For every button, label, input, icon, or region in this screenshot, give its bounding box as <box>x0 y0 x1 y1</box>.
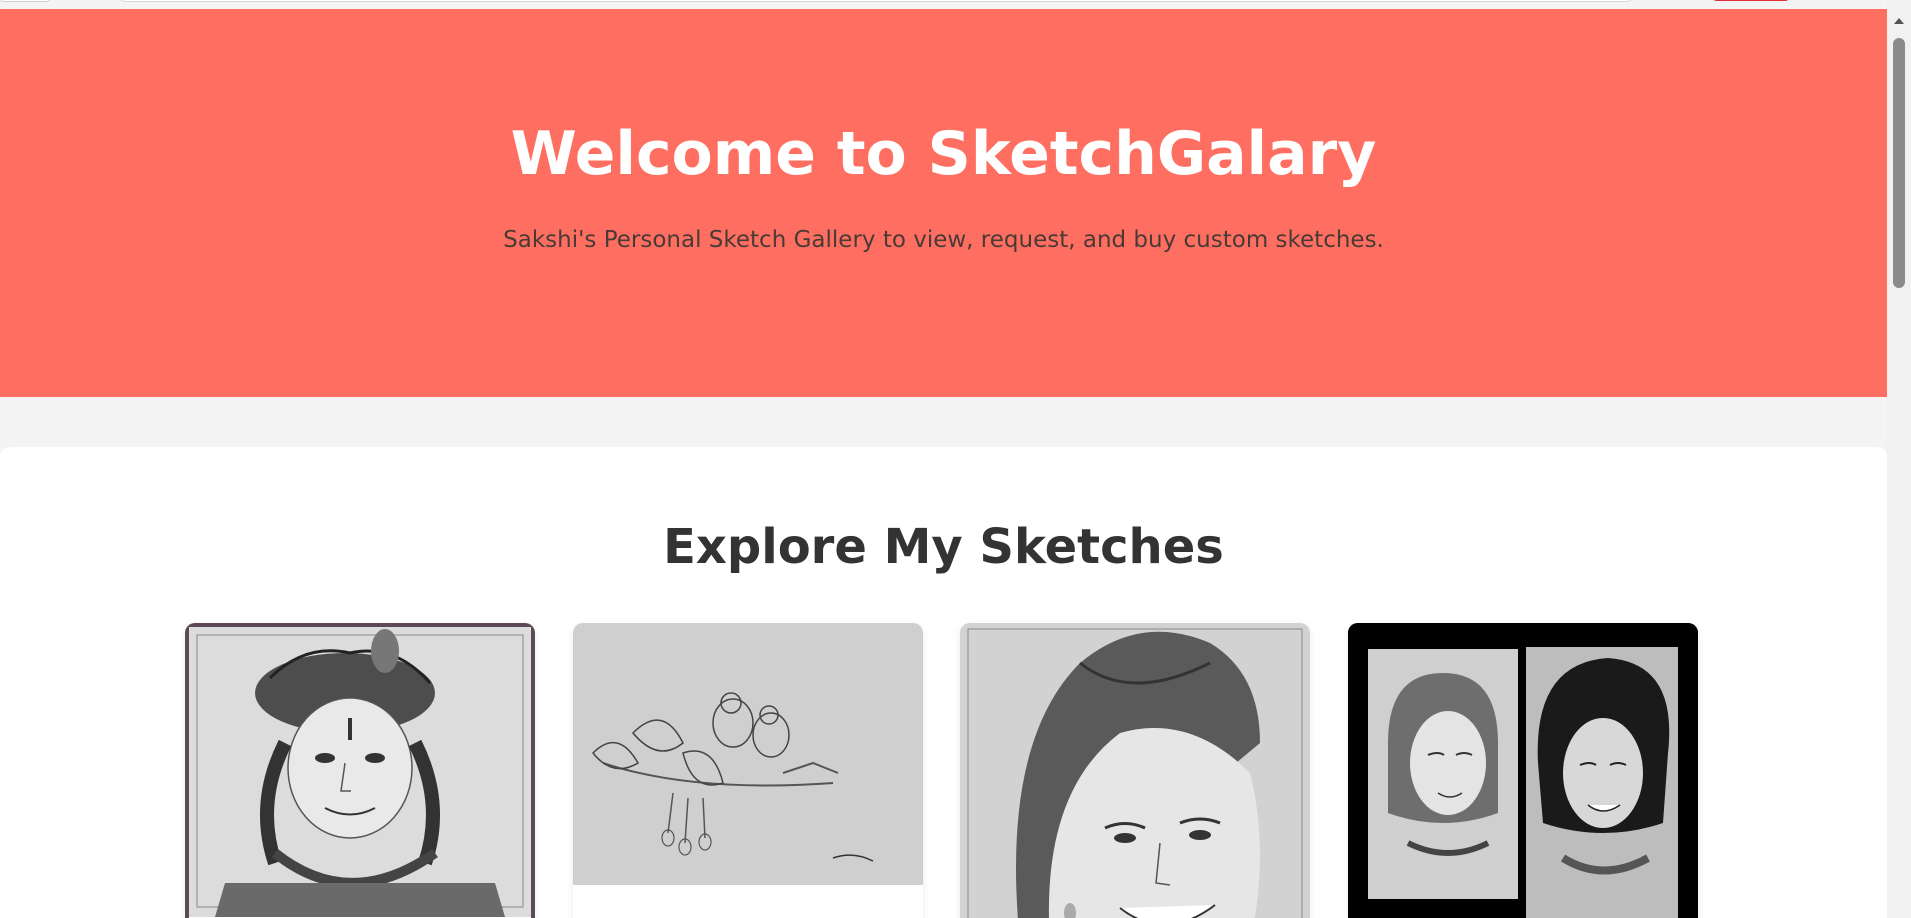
sketch-image-smiling-woman <box>960 623 1310 918</box>
scroll-up-arrow-icon[interactable] <box>1894 18 1904 24</box>
sketch-card-comparison[interactable] <box>1348 623 1698 918</box>
header-action-button[interactable] <box>1713 0 1789 1</box>
nav-logo-button[interactable] <box>0 0 50 2</box>
top-navigation-bar <box>0 0 1887 9</box>
hero-subtitle: Sakshi's Personal Sketch Gallery to view… <box>503 227 1384 253</box>
sketch-card-birds[interactable] <box>573 623 923 918</box>
sketch-card-krishna[interactable] <box>185 623 535 918</box>
hero-title: Welcome to SketchGalary <box>510 119 1377 189</box>
search-input[interactable] <box>120 0 1632 2</box>
hero-banner: Welcome to SketchGalary Sakshi's Persona… <box>0 9 1887 397</box>
gallery-heading: Explore My Sketches <box>663 519 1224 575</box>
sketch-image-comparison <box>1348 623 1698 918</box>
sketch-card-smiling-woman[interactable] <box>960 623 1310 918</box>
sketch-image-krishna <box>185 623 535 918</box>
sketch-gallery-section: Explore My Sketches <box>0 447 1887 918</box>
page: Welcome to SketchGalary Sakshi's Persona… <box>0 0 1911 918</box>
scrollbar-thumb[interactable] <box>1893 38 1905 288</box>
sketch-image-birds <box>573 623 923 918</box>
page-scrollbar[interactable] <box>1887 0 1911 918</box>
